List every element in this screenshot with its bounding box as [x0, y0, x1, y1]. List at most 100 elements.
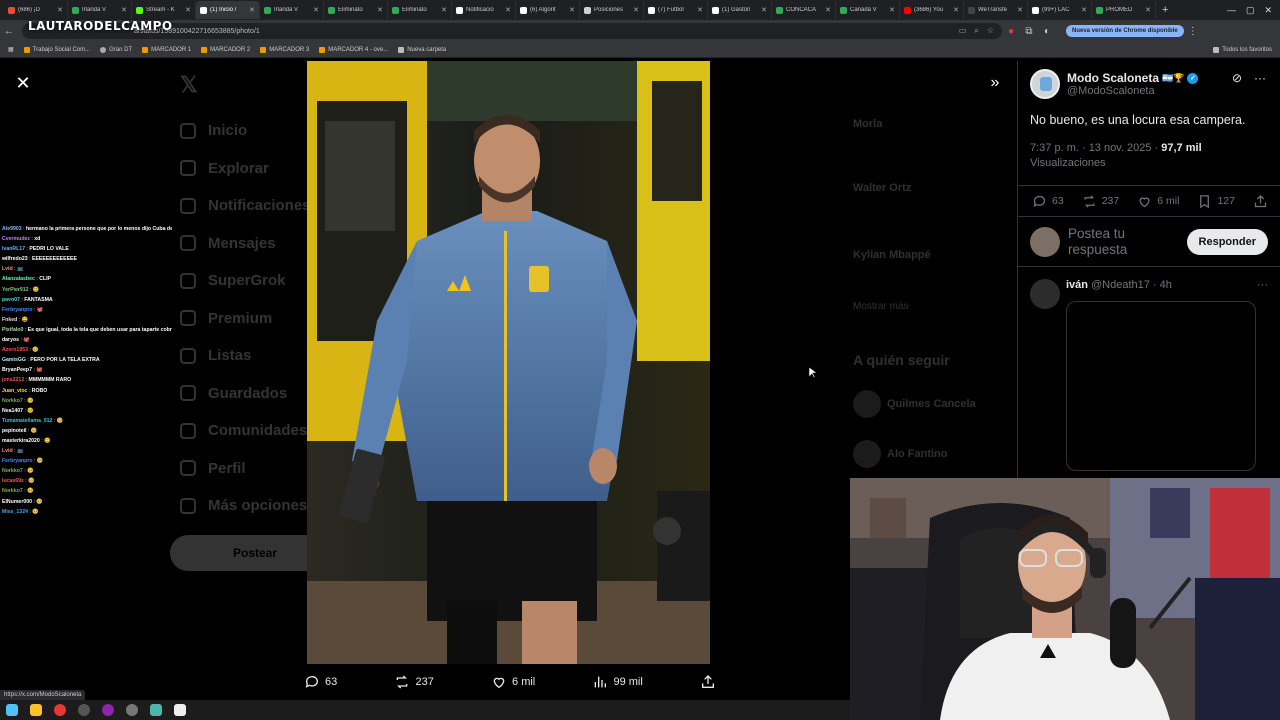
chrome-icon[interactable]	[54, 704, 66, 716]
tab-close-icon[interactable]: ✕	[569, 6, 575, 14]
tab-close-icon[interactable]: ✕	[1017, 6, 1023, 14]
browser-tab[interactable]: Irlanda V ✕	[260, 1, 324, 19]
chat-username[interactable]: Norkko7	[2, 488, 23, 494]
minimize-icon[interactable]: —	[1227, 5, 1236, 16]
chat-username[interactable]: pavo07	[2, 297, 20, 303]
chat-username[interactable]: GamisGG	[2, 357, 26, 363]
chat-username[interactable]: jons2212	[2, 377, 24, 383]
chrome-update-button[interactable]: Nueva versión de Chrome disponible	[1066, 25, 1184, 37]
grok-icon[interactable]: ⊘	[1232, 71, 1242, 85]
chat-username[interactable]: Lvid	[2, 448, 13, 454]
tab-close-icon[interactable]: ✕	[1081, 6, 1087, 14]
more-icon[interactable]: ···	[1254, 71, 1266, 85]
chat-username[interactable]: Ale9903	[2, 226, 22, 232]
chat-username[interactable]: lucas69z	[2, 478, 24, 484]
bookmark-item[interactable]: MARCADOR 4 - ove...	[319, 46, 388, 53]
file-explorer-icon[interactable]	[30, 704, 42, 716]
chat-username[interactable]: Azero1953	[2, 347, 28, 353]
chat-username[interactable]: Norkko7	[2, 398, 23, 404]
browser-tab[interactable]: Eliminato ✕	[388, 1, 452, 19]
reply-button[interactable]: Responder	[1186, 228, 1268, 255]
zoom-icon[interactable]: ⌕	[974, 26, 978, 36]
chat-username[interactable]: Cvermudez	[2, 236, 30, 242]
more-icon[interactable]: ···	[1257, 279, 1268, 291]
browser-tab[interactable]: (7) Futbol ✕	[644, 1, 708, 19]
chat-username[interactable]: Norkko7	[2, 468, 23, 474]
chat-username[interactable]: Ferbryanpro	[2, 458, 33, 464]
chat-username[interactable]: Fnked	[2, 317, 17, 323]
chat-username[interactable]: Juan_vioc	[2, 388, 27, 394]
bookmark-item[interactable]: MARCADOR 1	[142, 46, 191, 53]
cast-icon[interactable]: ▭	[959, 26, 967, 36]
browser-tab[interactable]: (6) Algorit ✕	[516, 1, 580, 19]
chat-username[interactable]: Miss_1324	[2, 509, 28, 515]
views-action[interactable]: 99 mil	[592, 674, 643, 690]
repost-action[interactable]: 237	[1082, 194, 1119, 209]
tab-close-icon[interactable]: ✕	[441, 6, 447, 14]
avatar[interactable]	[1030, 279, 1060, 309]
tab-close-icon[interactable]: ✕	[121, 6, 127, 14]
app-icon[interactable]	[102, 704, 114, 716]
browser-tab[interactable]: Notificacio ✕	[452, 1, 516, 19]
bookmark-action[interactable]: 127	[1197, 194, 1235, 209]
reply-input[interactable]: Postea tu respuesta	[1068, 226, 1178, 258]
bookmark-item[interactable]: MARCADOR 3	[260, 46, 309, 53]
chat-username[interactable]: pepinoteil	[2, 428, 27, 434]
browser-tab[interactable]: Stream - K ✕	[132, 1, 196, 19]
tab-close-icon[interactable]: ✕	[185, 6, 191, 14]
browser-tab[interactable]: (99+) LAC ✕	[1028, 1, 1092, 19]
tab-close-icon[interactable]: ✕	[889, 6, 895, 14]
chat-username[interactable]: masterkira2020	[2, 438, 40, 444]
chat-username[interactable]: BryanPeep7	[2, 367, 32, 373]
browser-tab[interactable]: Posiciones ✕	[580, 1, 644, 19]
tab-close-icon[interactable]: ✕	[57, 6, 63, 14]
close-window-icon[interactable]: ✕	[1264, 5, 1272, 16]
tab-close-icon[interactable]: ✕	[633, 6, 639, 14]
browser-tab[interactable]: (1) Gastón ✕	[708, 1, 772, 19]
app-icon[interactable]	[150, 704, 162, 716]
tab-close-icon[interactable]: ✕	[1145, 6, 1151, 14]
tab-close-icon[interactable]: ✕	[697, 6, 703, 14]
maximize-icon[interactable]: ▢	[1246, 5, 1255, 16]
windows-start-icon[interactable]	[6, 704, 18, 716]
chat-username[interactable]: Alanzalasbec	[2, 276, 35, 282]
browser-tab[interactable]: CONCACA ✕	[772, 1, 836, 19]
app-icon[interactable]	[126, 704, 138, 716]
chat-username[interactable]: Tumamatellama_912	[2, 418, 52, 424]
display-name[interactable]: Modo Scaloneta 🇦🇷🏆 ✓	[1067, 71, 1199, 85]
chat-username[interactable]: IvanRL17	[2, 246, 25, 252]
close-icon[interactable]: ✕	[12, 72, 34, 94]
tab-close-icon[interactable]: ✕	[377, 6, 383, 14]
bookmark-folder[interactable]: Nueva carpeta	[398, 46, 446, 53]
reply-action[interactable]: 63	[1032, 194, 1064, 209]
bookmark-item[interactable]: Gran DT	[100, 46, 132, 53]
all-bookmarks[interactable]: Todos los favoritos	[1213, 46, 1280, 53]
profile-icon[interactable]: ◐	[1038, 26, 1056, 37]
extension-icon[interactable]: ●	[1002, 26, 1020, 37]
bookmark-item[interactable]: MARCADOR 2	[201, 46, 250, 53]
reply-author-handle[interactable]: @Ndeath17	[1091, 279, 1150, 291]
tweet-time[interactable]: 7:37 p. m. · 13 nov. 2025 ·	[1030, 142, 1158, 154]
extensions-puzzle-icon[interactable]: ⧉	[1020, 26, 1038, 37]
like-action[interactable]: 6 mil	[491, 674, 535, 690]
chat-username[interactable]: Pixifalo0	[2, 327, 23, 333]
share-action[interactable]	[1253, 194, 1268, 209]
browser-tab[interactable]: WeTransfe ✕	[964, 1, 1028, 19]
chevron-double-right-icon[interactable]: »	[984, 72, 1006, 94]
browser-tab[interactable]: Canadá V ✕	[836, 1, 900, 19]
browser-tab[interactable]: (686) ¡D ✕	[4, 1, 68, 19]
browser-tab[interactable]: (1) Inicio / ✕	[196, 1, 260, 19]
chat-username[interactable]: ElNumer000	[2, 499, 32, 505]
bookmark-item[interactable]: Trabajo Social Com...	[23, 46, 90, 53]
chat-username[interactable]: Ferbryanpro	[2, 307, 33, 313]
chat-username[interactable]: wilfredo23	[2, 256, 28, 262]
apps-icon[interactable]: ▦	[8, 46, 14, 53]
new-tab-button[interactable]: +	[1156, 4, 1174, 16]
menu-icon[interactable]: ⋮	[1184, 26, 1202, 37]
app-icon[interactable]	[174, 704, 186, 716]
chat-username[interactable]: Lvid	[2, 266, 13, 272]
chat-username[interactable]: Nea1407	[2, 408, 23, 414]
tab-close-icon[interactable]: ✕	[505, 6, 511, 14]
back-icon[interactable]: ←	[0, 26, 18, 37]
browser-tab[interactable]: Eliminato ✕	[324, 1, 388, 19]
